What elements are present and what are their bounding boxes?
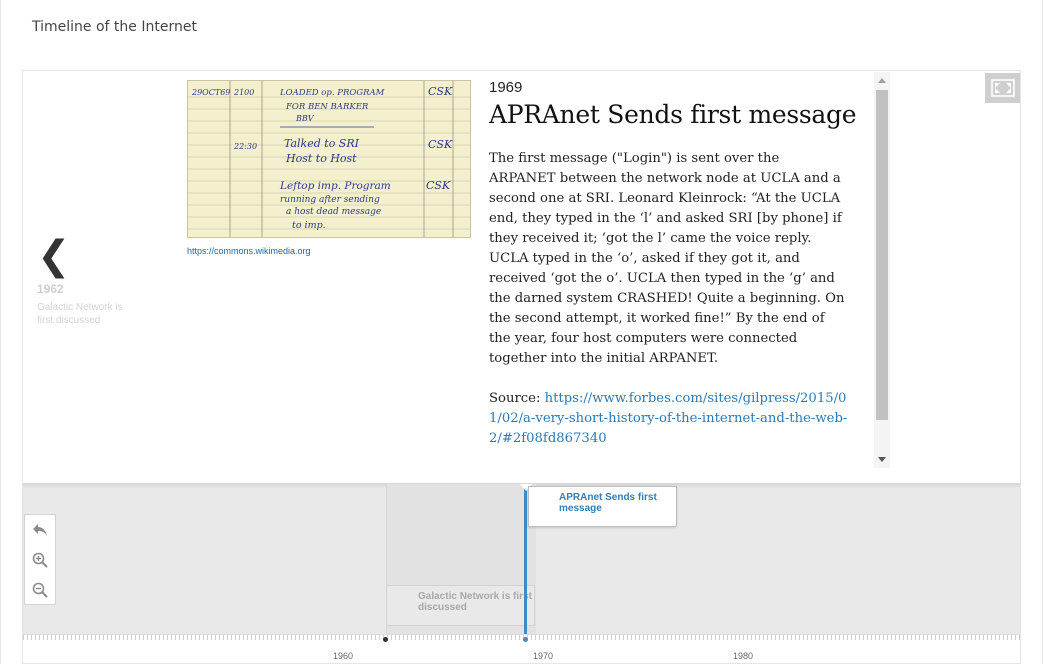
slide-year: 1969 xyxy=(489,79,523,96)
slide-media-log-image: 29OCT69 2100 LOADED op. PROGRAM FOR BEN … xyxy=(187,80,471,238)
back-icon xyxy=(33,524,47,536)
event-dot-1962[interactable] xyxy=(383,637,388,642)
back-to-start-button[interactable] xyxy=(25,515,55,545)
media-credit-link[interactable]: https://commons.wikimedia.org xyxy=(187,246,311,256)
log-row-3-initials: CSK xyxy=(426,179,451,192)
current-time-marker xyxy=(524,484,527,638)
flag-title[interactable]: Galactic Network is first discussed xyxy=(387,586,534,613)
previous-title[interactable]: Galactic Network is first discussed xyxy=(37,301,137,327)
page-frame: Timeline of the Internet 29OCT69 2100 LO… xyxy=(0,0,1043,664)
scroll-down-arrow-icon[interactable] xyxy=(878,457,886,462)
slide-headline: APRAnet Sends first message xyxy=(489,100,857,129)
log-row-1-entry-a: LOADED op. PROGRAM xyxy=(279,88,385,98)
flag-title[interactable]: APRAnet Sends first message xyxy=(529,487,676,514)
zoom-in-icon xyxy=(32,552,48,568)
log-row-3-entry-c: a host dead message xyxy=(286,207,381,217)
chevron-left-icon[interactable]: ❮ xyxy=(37,236,137,276)
zoom-in-button[interactable] xyxy=(25,545,55,575)
log-row-1-entry-c: BBV xyxy=(295,114,315,123)
log-row-1-entry-b: FOR BEN BARKER xyxy=(285,102,369,112)
log-row-2-entry-b: Host to Host xyxy=(285,152,357,165)
log-row-3-entry-b: running after sending xyxy=(280,195,380,205)
timeline: 29OCT69 2100 LOADED op. PROGRAM FOR BEN … xyxy=(22,70,1021,664)
source-link[interactable]: https://www.forbes.com/sites/gilpress/20… xyxy=(489,391,847,446)
zoom-out-icon xyxy=(32,582,48,598)
log-row-1-time: 2100 xyxy=(233,88,254,97)
timeline-navigation[interactable]: Galactic Network is first discussed APRA… xyxy=(23,483,1020,663)
previous-year[interactable]: 1962 xyxy=(37,282,137,296)
slide-scrollbar[interactable] xyxy=(874,72,890,468)
log-row-2-time: 22:30 xyxy=(233,142,257,151)
scrollbar-thumb[interactable] xyxy=(876,90,888,420)
axis-ticks xyxy=(23,634,1020,640)
previous-slide-button[interactable]: ❮ 1962 Galactic Network is first discuss… xyxy=(37,236,137,329)
axis-year-label: 1970 xyxy=(533,651,554,661)
log-book-image: 29OCT69 2100 LOADED op. PROGRAM FOR BEN … xyxy=(188,81,470,237)
axis-year-label: 1960 xyxy=(333,651,354,661)
log-row-1-date: 29OCT69 xyxy=(191,88,230,97)
log-row-2-entry-a: Talked to SRI xyxy=(284,137,360,150)
log-row-3-entry-a: Leftop imp. Program xyxy=(279,180,391,192)
fullscreen-button[interactable] xyxy=(985,73,1020,103)
axis-year-label: 1980 xyxy=(733,651,754,661)
time-axis: 1960 1970 1980 xyxy=(23,634,1020,663)
slide: 29OCT69 2100 LOADED op. PROGRAM FOR BEN … xyxy=(23,71,1020,483)
page-title: Timeline of the Internet xyxy=(32,19,197,35)
log-row-3-entry-d: to imp. xyxy=(292,220,326,231)
nav-toolbar xyxy=(24,514,56,605)
event-dot-1969[interactable] xyxy=(523,637,528,642)
timeline-flag-galactic-network[interactable]: Galactic Network is first discussed xyxy=(386,585,535,626)
zoom-out-button[interactable] xyxy=(25,575,55,605)
slide-text: 1969 APRAnet Sends first message The fir… xyxy=(489,75,875,467)
slide-source: Source: https://www.forbes.com/sites/gil… xyxy=(489,389,849,449)
fullscreen-icon xyxy=(990,79,1015,97)
source-label: Source: xyxy=(489,391,541,406)
log-row-1-initials: CSK xyxy=(428,85,453,98)
scroll-up-arrow-icon[interactable] xyxy=(878,78,886,83)
timeline-flag-arpanet[interactable]: APRAnet Sends first message xyxy=(528,486,677,527)
log-row-2-initials: CSK xyxy=(428,138,453,151)
slide-body: The first message ("Login") is sent over… xyxy=(489,151,845,366)
